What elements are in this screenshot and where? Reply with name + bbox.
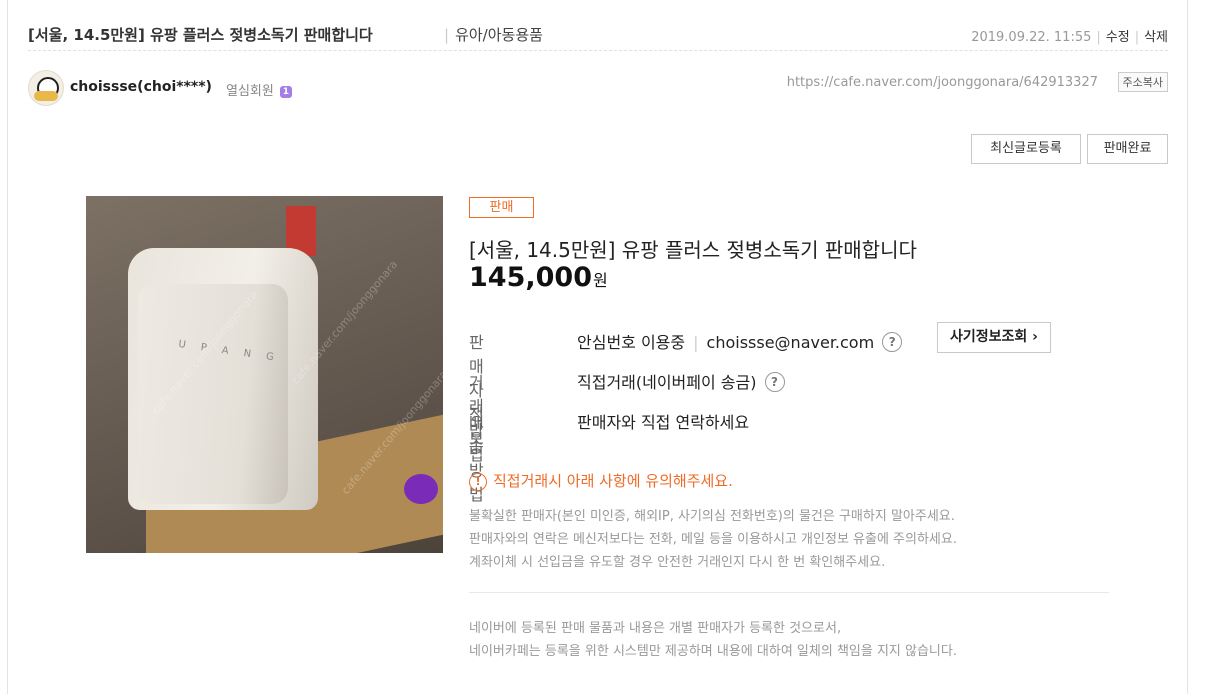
- trade-warning: ! 직접거래시 아래 사항에 유의해주세요.: [469, 470, 733, 491]
- separator: |: [1096, 30, 1101, 45]
- product-price: 145,000원: [469, 262, 608, 293]
- sale-status-badge: 판매: [469, 197, 534, 218]
- author-nickname[interactable]: choissse(choi****): [70, 79, 212, 95]
- copy-url-button[interactable]: 주소복사: [1117, 72, 1168, 92]
- article-title: [서울, 14.5만원] 유팡 플러스 젖병소독기 판매합니다: [28, 26, 373, 44]
- help-icon[interactable]: ?: [764, 372, 785, 392]
- article-category[interactable]: | 유아/아동용품: [438, 24, 543, 45]
- warning-title: 직접거래시 아래 사항에 유의해주세요.: [493, 472, 733, 490]
- product-photo[interactable]: U P A N G cafe.naver.com/joonggonara caf…: [86, 196, 443, 553]
- separator: |: [1134, 30, 1140, 45]
- trade-method-text: 직접거래(네이버페이 송금): [577, 373, 757, 392]
- seller-info-value: 안심번호 이용중 | choissse@naver.com?: [577, 329, 903, 353]
- author-row: choissse(choi****) 열심회원 1 https://cafe.na…: [28, 70, 1168, 106]
- avatar-body: [34, 91, 58, 101]
- delivery-value: 판매자와 직접 연락하세요: [577, 413, 750, 432]
- photo-purple-object: [404, 474, 438, 504]
- delete-link[interactable]: 삭제: [1144, 30, 1168, 45]
- separator: |: [444, 26, 450, 44]
- help-icon[interactable]: ?: [882, 332, 903, 352]
- fraud-check-label: 사기정보조회: [950, 329, 1028, 345]
- article-url[interactable]: https://cafe.naver.com/joonggonara/64291…: [787, 75, 1098, 90]
- edit-link[interactable]: 수정: [1106, 30, 1130, 45]
- seller-phone: 안심번호 이용중: [577, 333, 686, 352]
- repost-latest-button[interactable]: 최신글로등록: [971, 134, 1081, 164]
- post-date: 2019.09.22. 11:55: [971, 30, 1092, 45]
- separator: |: [693, 333, 699, 352]
- warning-notes: 불확실한 판매자(본인 미인증, 해외IP, 사기의심 전화번호)의 물건은 구…: [469, 505, 957, 574]
- fraud-check-button[interactable]: 사기정보조회 ›: [937, 322, 1051, 353]
- warning-note: 계좌이체 시 선입금을 유도할 경우 안전한 거래인지 다시 한 번 확인해주세…: [469, 555, 886, 570]
- warning-note: 판매자와의 연락은 메신저보다는 전화, 메일 등을 이용하시고 개인정보 유출…: [469, 532, 957, 547]
- category-label: 유아/아동용품: [455, 26, 543, 44]
- price-unit: 원: [592, 271, 608, 290]
- price-value: 145,000: [469, 262, 592, 293]
- warning-icon: !: [469, 473, 487, 491]
- sold-out-button[interactable]: 판매완료: [1087, 134, 1168, 164]
- article-header: [서울, 14.5만원] 유팡 플러스 젖병소독기 판매합니다 | 유아/아동용품…: [28, 24, 1168, 51]
- avatar[interactable]: [28, 70, 64, 106]
- member-grade-label: 열심회원: [226, 84, 274, 99]
- disclaimer-line: 네이버에 등록된 판매 물품과 내용은 개별 판매자가 등록한 것으로서,: [469, 621, 842, 636]
- trade-method-value: 직접거래(네이버페이 송금)?: [577, 369, 785, 393]
- divider: [469, 592, 1109, 593]
- member-grade: 열심회원 1: [226, 80, 292, 99]
- article-meta: 2019.09.22. 11:55 | 수정 | 삭제: [971, 26, 1168, 45]
- seller-email[interactable]: choissse@naver.com: [707, 333, 875, 352]
- warning-note: 불확실한 판매자(본인 미인증, 해외IP, 사기의심 전화번호)의 물건은 구…: [469, 509, 955, 524]
- product-title: [서울, 14.5만원] 유팡 플러스 젖병소독기 판매합니다: [469, 238, 917, 262]
- grade-badge-icon: 1: [279, 86, 292, 98]
- disclaimer-line: 네이버카페는 등록을 위한 시스템만 제공하며 내용에 대하여 일체의 책임을 …: [469, 644, 957, 659]
- naver-disclaimer: 네이버에 등록된 판매 물품과 내용은 개별 판매자가 등록한 것으로서, 네이…: [469, 617, 957, 663]
